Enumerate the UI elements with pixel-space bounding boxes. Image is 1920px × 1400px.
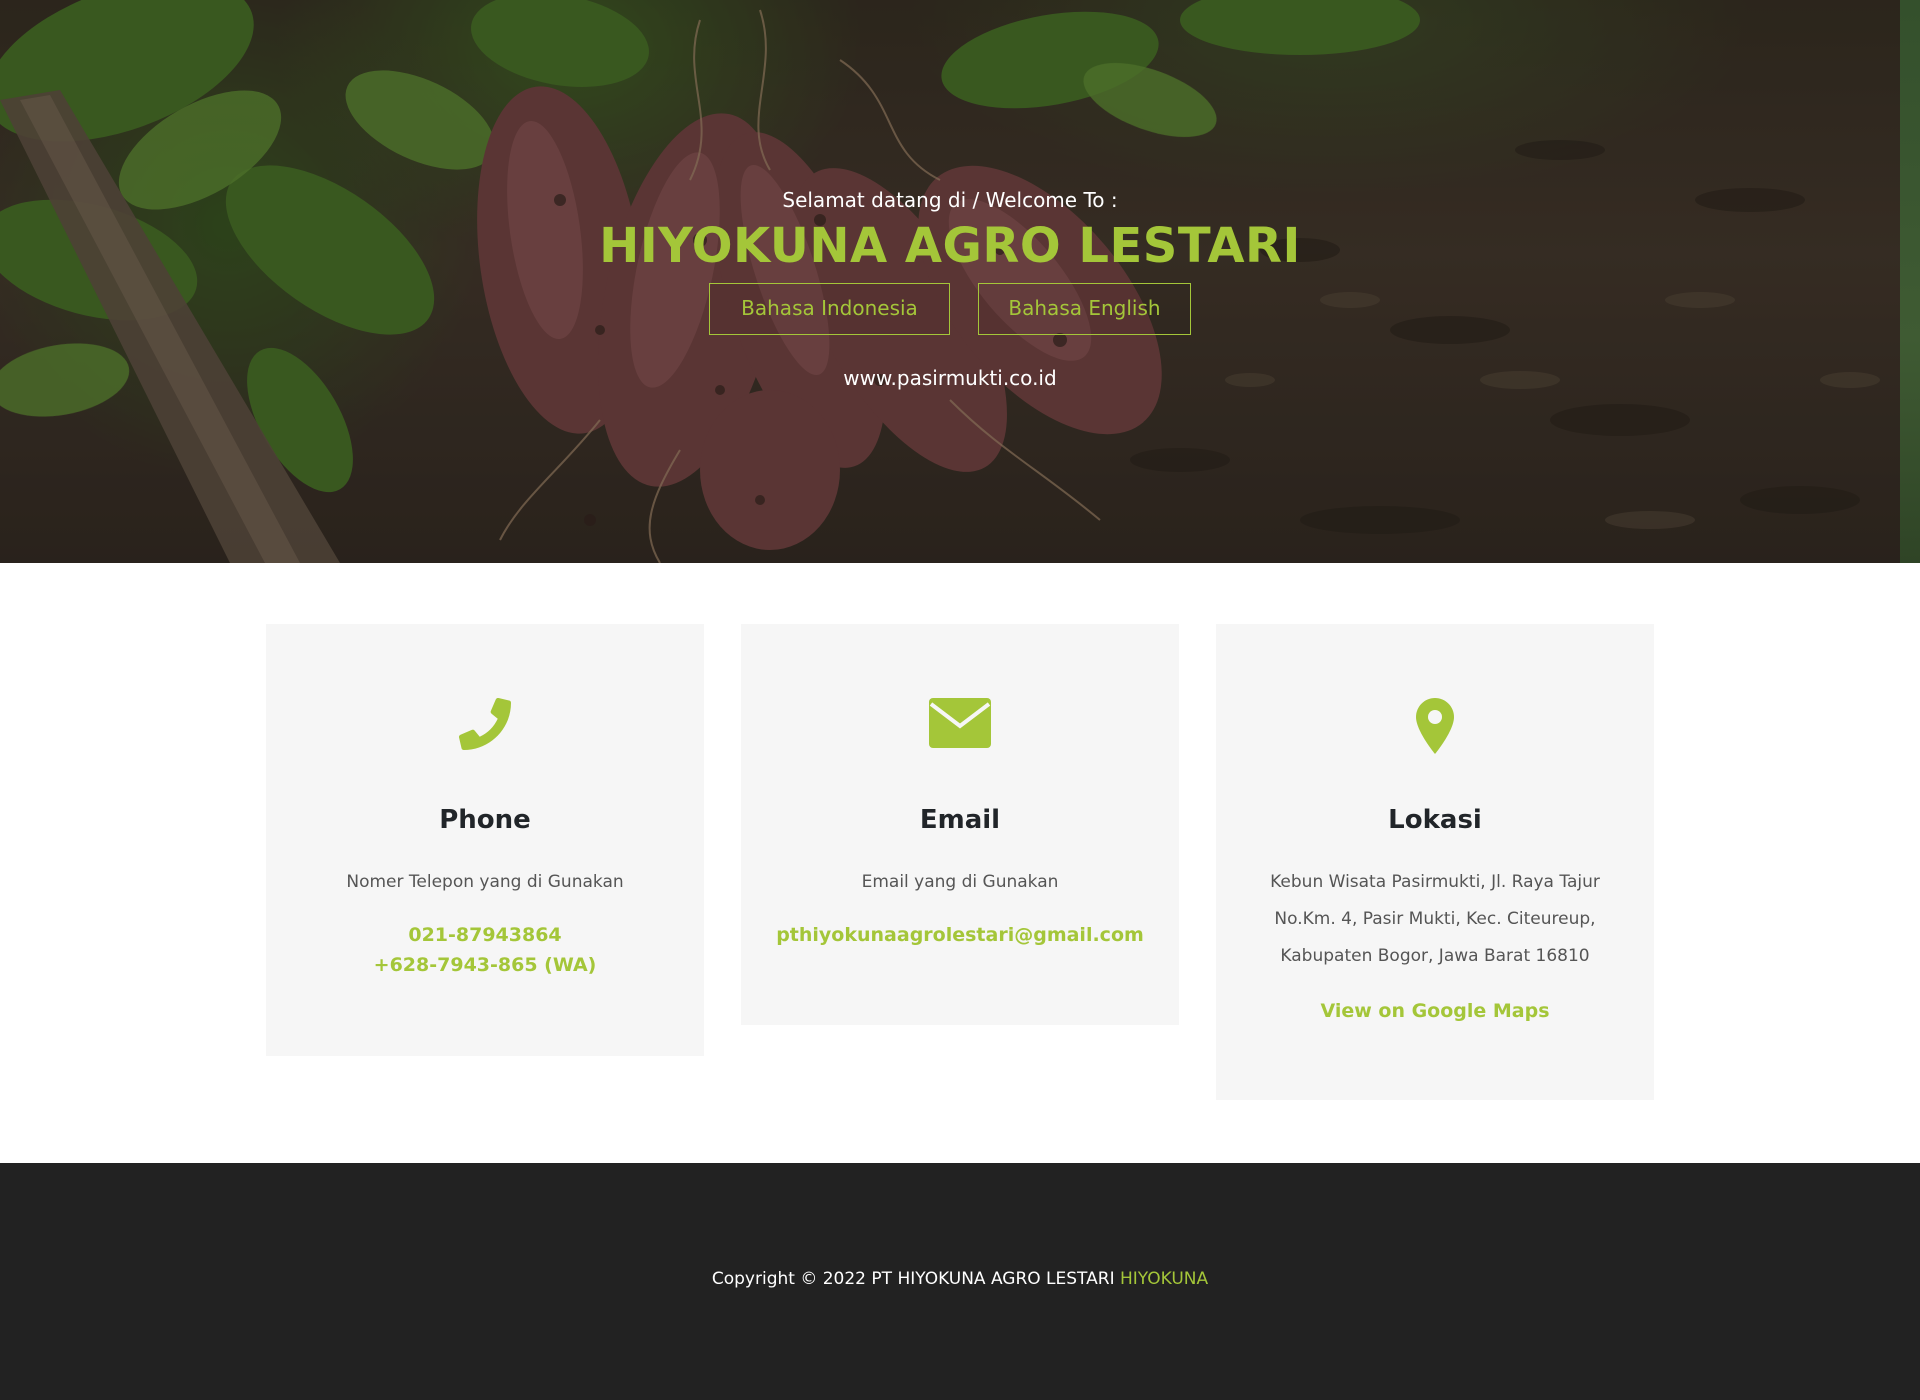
location-card: Lokasi Kebun Wisata Pasirmukti, Jl. Raya… — [1216, 624, 1654, 1100]
phone-card-title: Phone — [439, 805, 531, 835]
bahasa-indonesia-button[interactable]: Bahasa Indonesia — [709, 283, 950, 335]
bahasa-english-button[interactable]: Bahasa English — [978, 283, 1191, 335]
welcome-text: Selamat datang di / Welcome To : — [782, 188, 1118, 212]
location-card-title: Lokasi — [1388, 805, 1482, 835]
phone-number-office[interactable]: 021-87943864 — [266, 924, 704, 946]
phone-icon — [266, 698, 704, 758]
hero-content: Selamat datang di / Welcome To : HIYOKUN… — [0, 0, 1900, 563]
company-title: HIYOKUNA AGRO LESTARI — [599, 218, 1301, 274]
footer: Copyright © 2022 PT HIYOKUNA AGRO LESTAR… — [0, 1163, 1920, 1400]
email-card-description: Email yang di Gunakan — [861, 872, 1059, 892]
google-maps-link[interactable]: View on Google Maps — [1216, 1000, 1654, 1022]
phone-card-description: Nomer Telepon yang di Gunakan — [346, 872, 624, 892]
phone-number-whatsapp[interactable]: +628-7943-865 (WA) — [266, 954, 704, 976]
phone-card: Phone Nomer Telepon yang di Gunakan 021-… — [266, 624, 704, 1056]
email-card-title: Email — [919, 805, 1001, 835]
footer-brand-link[interactable]: HIYOKUNA — [1120, 1269, 1208, 1289]
map-pin-icon — [1216, 698, 1654, 758]
envelope-icon — [741, 698, 1179, 758]
location-address: Kebun Wisata Pasirmukti, Jl. Raya Tajur … — [1270, 872, 1600, 966]
hero-side-strip — [1900, 0, 1920, 563]
website-url: www.pasirmukti.co.id — [843, 366, 1057, 390]
copyright-text: Copyright © 2022 PT HIYOKUNA AGRO LESTAR… — [0, 1269, 1920, 1289]
email-address-link[interactable]: pthiyokunaagrolestari@gmail.com — [741, 924, 1179, 946]
email-card: Email Email yang di Gunakan pthiyokunaag… — [741, 624, 1179, 1025]
copyright-label: Copyright © 2022 PT HIYOKUNA AGRO LESTAR… — [711, 1269, 1115, 1289]
hero-section: Selamat datang di / Welcome To : HIYOKUN… — [0, 0, 1900, 563]
